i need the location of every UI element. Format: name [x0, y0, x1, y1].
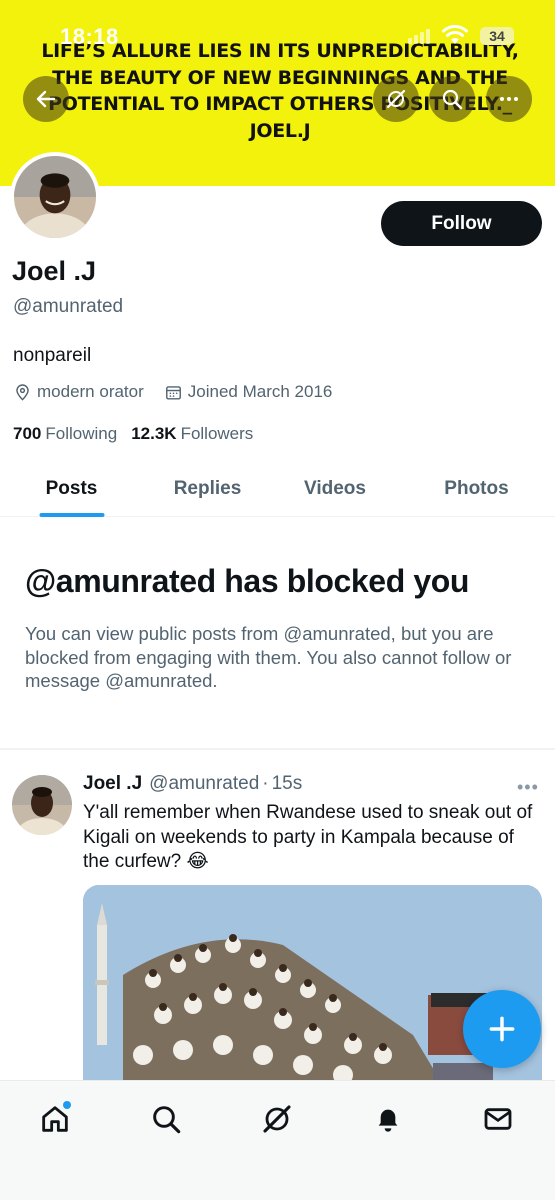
nav-grok[interactable] — [257, 1099, 297, 1139]
following-link[interactable]: 700 Following — [13, 424, 117, 444]
nav-home[interactable] — [35, 1099, 75, 1139]
post-timestamp[interactable]: 15s — [272, 773, 303, 795]
blocked-title: @amunrated has blocked you — [25, 563, 470, 599]
joined-item: Joined March 2016 — [164, 382, 333, 402]
active-tab-indicator — [39, 513, 104, 517]
more-icon — [500, 97, 518, 101]
post-separator: · — [262, 773, 269, 794]
profile-meta: modern orator Joined March 2016 — [13, 382, 352, 402]
post-author-handle[interactable]: @amunrated — [149, 773, 259, 795]
notifications-icon — [378, 1109, 398, 1132]
tab-label: Videos — [304, 477, 366, 499]
following-count: 700 — [13, 424, 42, 443]
location-pin-icon — [16, 383, 29, 401]
messages-icon — [484, 1108, 512, 1130]
profile-handle: @amunrated — [13, 296, 124, 317]
more-button[interactable] — [486, 76, 532, 122]
joined-text: Joined March 2016 — [187, 382, 333, 401]
profile-stats: 700 Following 12.3K Followers — [13, 424, 267, 444]
followers-label: Followers — [180, 424, 254, 443]
tab-photos[interactable]: Photos — [398, 460, 555, 517]
profile-avatar[interactable] — [10, 152, 100, 242]
grok-icon — [263, 1105, 291, 1133]
location-item: modern orator — [13, 382, 144, 402]
plus-icon — [489, 1016, 515, 1042]
nav-search[interactable] — [146, 1099, 186, 1139]
profile-bio: nonpareil — [13, 345, 92, 366]
following-label: Following — [45, 424, 118, 443]
battery-indicator: 34 — [480, 27, 514, 45]
signal-icon — [408, 28, 430, 44]
followers-count: 12.3K — [131, 424, 177, 443]
post-text: Y'all remember when Rwandese used to sne… — [83, 802, 533, 872]
calendar-icon — [165, 385, 181, 400]
arrow-left-icon — [36, 90, 56, 108]
search-icon — [153, 1106, 181, 1134]
tab-posts[interactable]: Posts — [0, 460, 143, 517]
tab-label: Posts — [45, 477, 98, 499]
follow-button[interactable]: Follow — [381, 201, 542, 246]
post-avatar-photo — [12, 775, 72, 835]
avatar-photo — [14, 156, 96, 238]
location-text: modern orator — [37, 382, 144, 401]
tab-replies[interactable]: Replies — [143, 460, 272, 517]
post-author-name[interactable]: Joel .J — [83, 773, 142, 795]
nav-messages[interactable] — [478, 1099, 518, 1139]
tab-label: Photos — [444, 477, 509, 499]
blocked-description: You can view public posts from @amunrate… — [25, 623, 512, 691]
compose-button[interactable] — [463, 990, 541, 1068]
tab-videos[interactable]: Videos — [272, 460, 398, 517]
bottom-nav — [0, 1080, 555, 1200]
home-notification-dot — [63, 1101, 71, 1109]
nav-notifications[interactable] — [368, 1099, 408, 1139]
post-more-button[interactable]: ••• — [517, 777, 539, 798]
wifi-icon — [442, 25, 468, 44]
post-avatar[interactable] — [12, 775, 72, 835]
post-header: Joel .J @amunrated · 15s — [83, 773, 302, 795]
search-icon — [442, 89, 463, 110]
tab-label: Replies — [173, 477, 242, 499]
display-name: Joel .J — [12, 256, 97, 286]
section-divider — [0, 748, 555, 750]
followers-link[interactable]: 12.3K Followers — [131, 424, 253, 444]
profile-tabs: Posts Replies Videos Photos — [0, 460, 555, 517]
search-button[interactable] — [429, 76, 475, 122]
slash-circle-icon — [386, 89, 406, 109]
back-button[interactable] — [23, 76, 69, 122]
status-time: 18:18 — [60, 24, 119, 49]
grok-button[interactable] — [373, 76, 419, 122]
